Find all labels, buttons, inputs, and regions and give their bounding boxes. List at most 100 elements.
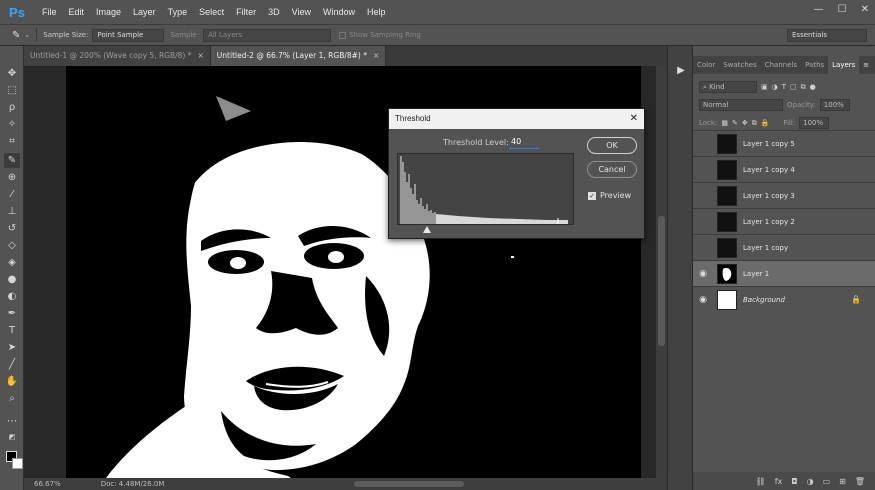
eye-icon[interactable]: ◉: [693, 295, 713, 305]
eyedropper-tool-icon[interactable]: ✎: [4, 153, 20, 168]
menu-view[interactable]: View: [286, 7, 317, 17]
menu-filter[interactable]: Filter: [230, 7, 262, 17]
eyedropper-tool-preset-icon[interactable]: ✎: [12, 30, 20, 41]
layer-row[interactable]: ◉ Layer 1 copy 5: [693, 130, 875, 156]
layer-row[interactable]: ◉ Layer 1 copy 2: [693, 208, 875, 234]
tab-swatches[interactable]: Swatches: [719, 56, 760, 74]
dodge-tool-icon[interactable]: ◐: [4, 289, 20, 304]
new-group-icon[interactable]: ▭: [823, 477, 831, 486]
history-brush-tool-icon[interactable]: ↺: [4, 221, 20, 236]
lock-image-icon[interactable]: ✎: [732, 119, 738, 127]
zoom-tool-icon[interactable]: ⌕: [4, 391, 20, 406]
lock-position-icon[interactable]: ✥: [742, 119, 748, 127]
layer-row[interactable]: ◉ Layer 1 copy: [693, 234, 875, 260]
paint-bucket-tool-icon[interactable]: ◈: [4, 255, 20, 270]
filter-kind-select[interactable]: ⌕ Kind: [699, 81, 757, 93]
layer-row[interactable]: ◉ Layer 1 copy 3: [693, 182, 875, 208]
vertical-scrollbar[interactable]: [656, 66, 667, 478]
vertical-scroll-thumb[interactable]: [658, 216, 665, 346]
opacity-input[interactable]: 100%: [819, 99, 850, 111]
blur-tool-icon[interactable]: ●: [4, 272, 20, 287]
menu-layer[interactable]: Layer: [127, 7, 162, 17]
filter-adjustment-icon[interactable]: ◑: [772, 83, 778, 91]
layer-row-active[interactable]: ◉ Layer 1: [693, 260, 875, 286]
filter-toggle-icon[interactable]: ●: [810, 83, 816, 91]
default-colors-icon[interactable]: ◩: [4, 430, 20, 445]
filter-shape-icon[interactable]: ▢: [790, 83, 797, 91]
play-icon[interactable]: ▶: [674, 64, 688, 78]
eye-icon[interactable]: ◉: [693, 269, 713, 279]
layer-style-icon[interactable]: fx: [775, 477, 783, 486]
tab-channels[interactable]: Channels: [761, 56, 801, 74]
link-layers-icon[interactable]: ⛓: [756, 477, 766, 486]
tab-untitled-2[interactable]: Untitled-2 @ 66.7% (Layer 1, RGB/8#) * ×: [210, 46, 387, 66]
layer-row-background[interactable]: ◉ Background 🔒: [693, 286, 875, 312]
filter-type-icon[interactable]: T: [782, 83, 786, 91]
workspace-select[interactable]: Essentials: [787, 29, 867, 42]
menu-file[interactable]: File: [36, 7, 63, 17]
menu-window[interactable]: Window: [317, 7, 361, 17]
fill-input[interactable]: 100%: [799, 117, 830, 129]
marquee-tool-icon[interactable]: ⬚: [4, 83, 20, 98]
menu-edit[interactable]: Edit: [63, 7, 91, 17]
crop-tool-icon[interactable]: ⌗: [4, 134, 20, 149]
brush-tool-icon[interactable]: ⁄: [4, 187, 20, 202]
ok-button[interactable]: OK: [587, 137, 637, 154]
maximize-button[interactable]: ☐: [838, 4, 847, 15]
more-tools-icon[interactable]: ⋯: [4, 414, 20, 429]
close-tab-icon[interactable]: ×: [198, 51, 204, 60]
magic-wand-tool-icon[interactable]: ✧: [4, 117, 20, 132]
tab-color[interactable]: Color: [693, 56, 719, 74]
lock-transparent-icon[interactable]: ▦: [721, 119, 728, 127]
menu-help[interactable]: Help: [361, 7, 392, 17]
healing-brush-tool-icon[interactable]: ⊕: [4, 170, 20, 185]
type-tool-icon[interactable]: T: [4, 323, 20, 338]
tab-untitled-1[interactable]: Untitled-1 @ 200% (Wave copy 5, RGB/8) *…: [24, 46, 211, 66]
visibility-toggle[interactable]: ◉: [693, 243, 713, 253]
background-color-swatch[interactable]: [12, 458, 23, 469]
move-tool-icon[interactable]: ✥: [4, 66, 20, 81]
lock-all-icon[interactable]: 🔒: [761, 119, 770, 127]
menu-type[interactable]: Type: [162, 7, 194, 17]
path-selection-tool-icon[interactable]: ➤: [4, 340, 20, 355]
visibility-toggle[interactable]: ◉: [693, 217, 713, 227]
preview-control[interactable]: ✓ Preview: [588, 191, 631, 200]
visibility-toggle[interactable]: ◉: [693, 165, 713, 175]
sample-size-select[interactable]: Point Sample: [92, 28, 165, 42]
menu-3d[interactable]: 3D: [262, 7, 286, 17]
hand-tool-icon[interactable]: ✋: [4, 374, 20, 389]
horizontal-scroll-thumb[interactable]: [354, 481, 464, 487]
menu-image[interactable]: Image: [90, 7, 127, 17]
filter-smart-object-icon[interactable]: ⧉: [801, 83, 806, 92]
close-tab-icon[interactable]: ×: [373, 51, 379, 60]
tab-layers[interactable]: Layers: [828, 56, 860, 74]
line-tool-icon[interactable]: ╱: [4, 357, 20, 372]
dialog-title[interactable]: Threshold: [389, 109, 644, 129]
eraser-tool-icon[interactable]: ◇: [4, 238, 20, 253]
panel-menu-icon[interactable]: ≡: [863, 56, 869, 74]
minimize-button[interactable]: —: [814, 4, 824, 15]
show-sampling-ring-checkbox[interactable]: [339, 31, 347, 39]
pen-tool-icon[interactable]: ✒: [4, 306, 20, 321]
add-mask-icon[interactable]: ◘: [791, 477, 797, 486]
layer-row[interactable]: ◉ Layer 1 copy 4: [693, 156, 875, 182]
lasso-tool-icon[interactable]: ρ: [4, 100, 20, 115]
menu-select[interactable]: Select: [193, 7, 230, 17]
threshold-slider-handle[interactable]: [397, 226, 574, 234]
new-layer-icon[interactable]: ⊞: [839, 477, 846, 486]
filter-pixel-icon[interactable]: ▣: [761, 83, 768, 91]
close-icon[interactable]: ✕: [630, 109, 638, 129]
close-window-button[interactable]: ✕: [861, 4, 869, 15]
trash-icon[interactable]: 🗑: [855, 477, 865, 486]
cancel-button[interactable]: Cancel: [587, 161, 637, 178]
clone-stamp-tool-icon[interactable]: ⊥: [4, 204, 20, 219]
visibility-toggle[interactable]: ◉: [693, 139, 713, 149]
visibility-toggle[interactable]: ◉: [693, 191, 713, 201]
adjustment-layer-icon[interactable]: ◑: [807, 477, 814, 486]
lock-artboard-icon[interactable]: ⧉: [752, 119, 757, 128]
chevron-down-icon[interactable]: ⌄: [24, 31, 30, 39]
sample-select[interactable]: All Layers: [203, 28, 332, 42]
blend-mode-select[interactable]: Normal: [699, 99, 783, 111]
preview-checkbox[interactable]: ✓: [588, 191, 596, 200]
threshold-level-input[interactable]: [509, 135, 539, 149]
